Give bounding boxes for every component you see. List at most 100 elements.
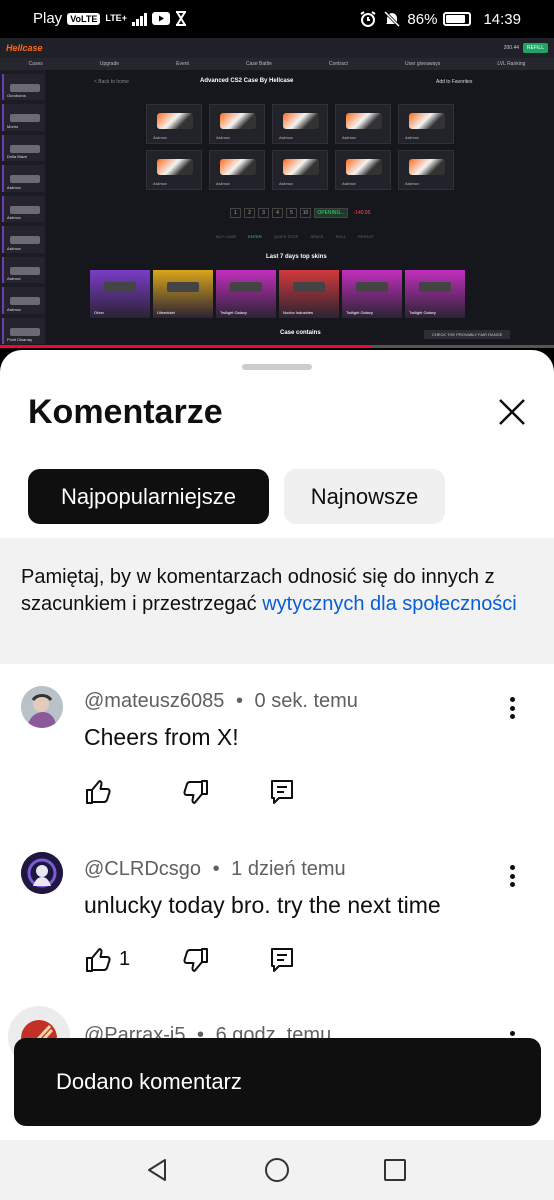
site-header: Hellcase 200.44 REFILL xyxy=(0,38,554,58)
status-bar: Play VoLTE LTE+ 86% 14:39 xyxy=(0,0,554,38)
chip-top-comments[interactable]: Najpopularniejsze xyxy=(28,469,269,524)
top-skins-title: Last 7 days top skins xyxy=(266,254,327,260)
comment-meta: @CLRDcsgo • 1 dzień temu xyxy=(84,858,346,881)
case-slot: Asiimov xyxy=(335,104,391,144)
case-count-selector: 1 2 3 4 5 10 OPENING... -140.95 xyxy=(230,208,373,218)
provably-fair-button: CHECK THE PROVABLY FAIR RANGE xyxy=(424,330,511,339)
chip-newest[interactable]: Najnowsze xyxy=(284,469,445,524)
signal-icon xyxy=(131,12,147,26)
mute-bell-icon xyxy=(384,10,401,28)
site-nav-item: Upgrade xyxy=(99,61,120,67)
case-count-option: 10 xyxy=(300,208,311,218)
more-vert-icon[interactable] xyxy=(500,862,524,890)
case-contains-title: Case contains xyxy=(280,330,321,336)
comments-sheet: Komentarze Najpopularniejsze Najnowsze P… xyxy=(0,350,554,1140)
opt-roll: ROLL xyxy=(335,234,347,239)
meta-separator: • xyxy=(235,690,243,712)
drag-handle[interactable] xyxy=(242,364,312,370)
balance-value: 200.44 xyxy=(503,45,520,51)
site-sidebar-item: Asiimov xyxy=(2,256,44,284)
case-count-option: 1 xyxy=(230,208,241,218)
thumb-up-icon[interactable] xyxy=(84,946,112,974)
recents-square-icon[interactable] xyxy=(381,1156,409,1184)
thumb-down-icon[interactable] xyxy=(182,778,210,806)
clock: 14:39 xyxy=(483,10,521,28)
site-sidebar: Ouroboros Morris Dolla Blaze Asiimov Asiimov… xyxy=(0,70,46,348)
case-slot: Asiimov xyxy=(146,104,202,144)
top-skin-card: Twilight Galaxy xyxy=(342,270,402,318)
comment-icon[interactable] xyxy=(268,778,296,806)
site-nav-item: User giveaways xyxy=(404,61,441,67)
network-type: LTE+ xyxy=(105,13,127,23)
community-guidelines-link[interactable]: wytycznych dla społeczności xyxy=(262,593,517,615)
comment-icon[interactable] xyxy=(268,946,296,974)
site-case-title: Advanced CS2 Case By Hellcase xyxy=(200,78,294,84)
top-skins-row: Orion Ultraviolet Twilight Galaxy Nocha Ind… xyxy=(90,270,465,318)
case-count-option: 5 xyxy=(286,208,297,218)
site-nav-item: LVL Ranking xyxy=(497,61,526,67)
opt-space: SPACE xyxy=(310,234,324,239)
community-notice: Pamiętaj, by w komentarzach odnosić się … xyxy=(0,538,554,664)
alarm-icon xyxy=(360,11,376,27)
case-slot: Asiimov xyxy=(398,150,454,190)
case-grid: Asiimov Asiimov Asiimov Asiimov Asiimov Asiim… xyxy=(146,104,454,190)
case-count-option: 4 xyxy=(272,208,283,218)
video-player[interactable]: Hellcase 200.44 REFILL Cases Upgrade Event… xyxy=(0,38,554,348)
top-skin-card: Nocha Industries xyxy=(279,270,339,318)
close-icon[interactable] xyxy=(494,394,530,430)
top-skin-card: Ultraviolet xyxy=(153,270,213,318)
site-logo: Hellcase xyxy=(6,43,43,53)
youtube-icon xyxy=(151,12,170,25)
site-nav-item: Contract xyxy=(328,61,348,67)
battery-icon xyxy=(443,12,472,26)
site-favorites: Add to Favorites xyxy=(436,79,473,85)
site-balance: 200.44 REFILL xyxy=(504,43,548,53)
system-nav-bar xyxy=(0,1140,554,1200)
site-sidebar-item: Morris xyxy=(2,104,44,131)
avatar[interactable] xyxy=(21,852,63,894)
video-progress-bar[interactable] xyxy=(0,345,554,348)
comment-author[interactable]: @CLRDcsgo xyxy=(84,858,201,880)
volte-badge: VoLTE xyxy=(67,12,101,25)
site-nav-item: Case Battle xyxy=(246,61,272,67)
case-slot: Asiimov xyxy=(335,150,391,190)
back-triangle-icon[interactable] xyxy=(143,1156,171,1184)
top-skin-card: Orion xyxy=(90,270,150,318)
like-count: 1 xyxy=(119,948,131,970)
opt-enter: ENTER xyxy=(248,234,262,239)
comment-author[interactable]: @mateusz6085 xyxy=(84,690,224,712)
comment-text: Cheers from X! xyxy=(84,724,239,750)
case-price: -140.95 xyxy=(353,210,371,216)
avatar[interactable] xyxy=(21,686,63,728)
site-sidebar-item: Asiimov xyxy=(2,287,44,314)
site-back-link: < Back to home xyxy=(94,79,129,85)
site-sidebar-item: Ouroboros xyxy=(2,74,44,101)
case-slot: Asiimov xyxy=(272,104,328,144)
case-count-option: 3 xyxy=(258,208,269,218)
case-slot: Asiimov xyxy=(209,104,265,144)
case-options: BUY CASE ENTER QUICK STOP SPACE ROLL REP… xyxy=(216,234,374,239)
opt-quick-stop: QUICK STOP xyxy=(273,234,299,239)
comment-time: 1 dzień temu xyxy=(231,858,346,880)
site-nav-item: Event xyxy=(176,61,189,67)
site-sidebar-item: Asiimov xyxy=(2,165,44,192)
home-circle-icon[interactable] xyxy=(263,1156,291,1184)
opt-buy-case: BUY CASE xyxy=(216,234,237,239)
top-skin-card: Twilight Galaxy xyxy=(405,270,465,318)
toast-text: Dodano komentarz xyxy=(56,1069,242,1094)
refill-button: REFILL xyxy=(523,43,548,53)
case-slot: Asiimov xyxy=(209,150,265,190)
site-sidebar-item: Asiimov xyxy=(2,195,44,223)
open-case-button: OPENING... xyxy=(314,208,348,218)
case-slot: Asiimov xyxy=(272,150,328,190)
site-nav-item: Cases xyxy=(28,61,43,67)
site-sidebar-item: Asiimov xyxy=(2,226,44,253)
meta-separator: • xyxy=(212,858,220,880)
comment-time: 0 sek. temu xyxy=(254,690,358,712)
case-slot: Asiimov xyxy=(398,104,454,144)
thumb-down-icon[interactable] xyxy=(182,946,210,974)
top-skin-card: Twilight Galaxy xyxy=(216,270,276,318)
case-count-option: 2 xyxy=(244,208,255,218)
more-vert-icon[interactable] xyxy=(500,694,524,722)
thumb-up-icon[interactable] xyxy=(84,778,112,806)
